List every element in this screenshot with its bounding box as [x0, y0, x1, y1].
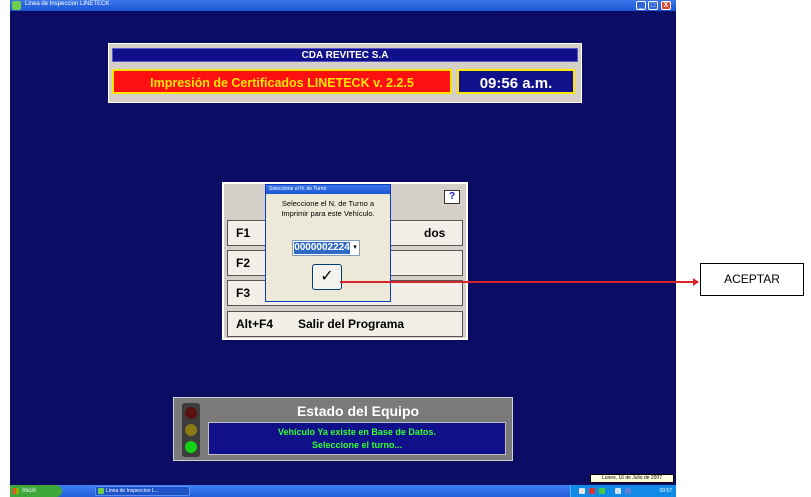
traffic-light-icon — [182, 403, 200, 457]
network-icon[interactable] — [579, 488, 585, 494]
company-name: CDA REVITEC S.A — [112, 48, 578, 62]
header-panel: CDA REVITEC S.A Impresión de Certificado… — [108, 43, 582, 103]
menu-key: F2 — [236, 256, 251, 270]
status-line: Seleccione el turno... — [311, 440, 403, 450]
volume-icon[interactable] — [615, 488, 621, 494]
clock-display: 09:56 a.m. — [457, 69, 575, 94]
taskbar-clock: 09:57 — [659, 488, 672, 494]
window-titlebar[interactable]: Linea de Inspeccion LINETECK _ □ X — [10, 0, 676, 11]
maximize-button[interactable]: □ — [648, 1, 658, 10]
date-tooltip: Lunes, 16 de Julio de 2007 — [590, 474, 674, 483]
taskbar-item[interactable]: Linea de Inspeccion L... — [95, 486, 190, 496]
callout-label: ACEPTAR — [700, 263, 804, 296]
window-title: Linea de Inspeccion LINETECK — [25, 1, 110, 7]
equipment-status-panel: Estado del Equipo Vehículo Ya existe en … — [173, 397, 513, 461]
yellow-lamp-icon — [185, 424, 197, 436]
app-title: Impresión de Certificados LINETECK v. 2.… — [112, 69, 452, 94]
menu-key: F3 — [236, 286, 251, 300]
turn-selection-dialog: Seleccione el N. de Turno Seleccione el … — [265, 184, 391, 302]
menu-key: Alt+F4 — [236, 317, 274, 331]
security-icon[interactable] — [589, 488, 595, 494]
chevron-down-icon[interactable]: ▾ — [351, 242, 359, 254]
red-lamp-icon — [185, 407, 197, 419]
turn-number-value: 0000002224 — [294, 242, 350, 254]
menu-key: F1 — [236, 226, 251, 240]
accept-button[interactable]: ✓ — [312, 264, 342, 290]
language-icon[interactable] — [625, 488, 631, 494]
dialog-title[interactable]: Seleccione el N. de Turno — [266, 185, 390, 194]
help-icon[interactable]: ? — [444, 190, 460, 204]
arrow-right-icon — [693, 278, 699, 286]
green-lamp-icon — [185, 441, 197, 453]
antivirus-icon[interactable] — [599, 488, 605, 494]
status-message: Vehículo Ya existe en Base de Datos. Sel… — [208, 422, 506, 455]
callout-line — [340, 281, 698, 283]
menu-label: dos — [424, 226, 446, 240]
system-tray: 09:57 — [570, 485, 676, 497]
minimize-button[interactable]: _ — [636, 1, 646, 10]
turn-number-select[interactable]: 0000002224 ▾ — [292, 240, 360, 256]
taskbar: Inicio Linea de Inspeccion L... 09:57 — [10, 485, 676, 497]
menu-label: Salir del Programa — [298, 317, 405, 331]
menu-item-exit[interactable]: Alt+F4 Salir del Programa — [227, 311, 463, 337]
close-button[interactable]: X — [661, 1, 671, 10]
application-screen: Linea de Inspeccion LINETECK _ □ X CDA R… — [10, 0, 676, 497]
status-title: Estado del Equipo — [296, 403, 420, 419]
dialog-prompt: Seleccione el N. de Turno a Imprimir par… — [281, 199, 375, 218]
start-button[interactable]: Inicio — [10, 485, 62, 497]
status-line: Vehículo Ya existe en Base de Datos. — [278, 427, 436, 437]
app-icon — [12, 1, 21, 10]
